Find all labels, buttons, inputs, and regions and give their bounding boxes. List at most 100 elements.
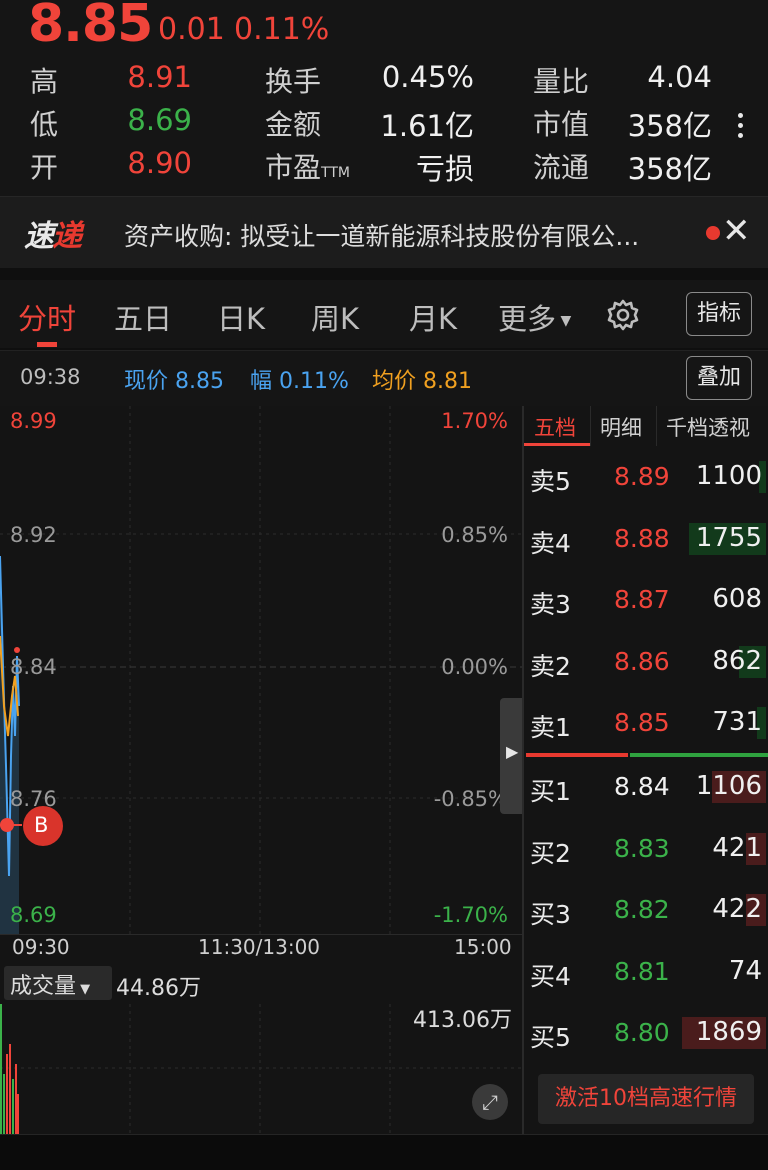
divider (590, 406, 591, 446)
x-tick: 09:30 (12, 935, 70, 959)
volume-ratio-value: 4.04 (647, 60, 712, 94)
high-label: 高 (30, 65, 59, 98)
pe-value: 亏损 (415, 152, 474, 186)
close-icon[interactable]: ✕ (722, 214, 751, 248)
tab-depth-view[interactable]: 千档透视 (666, 412, 750, 442)
level-label: 卖3 (530, 590, 571, 620)
y-left-tick: 8.69 (10, 903, 57, 927)
price-change: 0.01 (158, 12, 225, 47)
level-volume: 608 (712, 584, 762, 615)
tab-daily-k[interactable]: 日K (217, 296, 265, 338)
bid-row[interactable]: 买2 8.83 421 (524, 818, 768, 880)
amount-label: 金额 (265, 108, 322, 141)
open-label: 开 (30, 151, 59, 184)
time-axis: 09:30 11:30/13:00 15:00 (0, 934, 522, 964)
divider (656, 406, 657, 446)
amount-value: 1.61亿 (380, 109, 474, 143)
bid-row[interactable]: 买1 8.84 1106 (524, 756, 768, 818)
market-cap-label: 市值 (533, 108, 590, 141)
level-label: 卖5 (530, 467, 571, 496)
bottom-strip (0, 1134, 768, 1170)
level-volume: 731 (712, 707, 762, 738)
y-right-tick: 0.85% (441, 523, 508, 547)
tab-details[interactable]: 明细 (600, 412, 642, 442)
news-headline[interactable]: 资产收购: 拟受让一道新能源科技股份有限公... (124, 217, 639, 253)
activate-level10-button[interactable]: 激活10档高速行情 (538, 1074, 754, 1124)
tab-more[interactable]: 更多 ▼ (498, 296, 571, 338)
float-cap-label: 流通 (533, 151, 590, 184)
settings-gear-icon[interactable] (606, 298, 640, 332)
indicator-button[interactable]: 指标 (686, 292, 752, 336)
low-label: 低 (30, 108, 59, 141)
y-left-tick: 8.76 (10, 787, 57, 811)
chevron-right-icon: ▶ (506, 742, 519, 761)
quote-time: 09:38 (20, 365, 81, 389)
level-volume: 421 (712, 832, 762, 863)
ask-row[interactable]: 卖5 8.89 1100 (524, 446, 768, 508)
high-value: 8.91 (127, 60, 192, 94)
float-cap-value: 358亿 (627, 152, 712, 186)
level-label: 买1 (530, 777, 571, 806)
level-volume: 1869 (695, 1017, 762, 1048)
y-left-tick: 8.84 (10, 655, 57, 679)
avg-price-readout: 均价 8.81 (372, 369, 472, 394)
level-volume: 422 (712, 894, 762, 925)
ttm-suffix: TTM (321, 165, 350, 181)
level-volume: 1100 (695, 461, 762, 491)
order-book: 五档 明细 千档透视 卖5 8.89 1100 卖4 8.88 1755 卖3 8.87 608… (522, 406, 768, 1134)
ask-row[interactable]: 卖4 8.88 1755 (524, 508, 768, 570)
level-volume: 74 (728, 955, 762, 986)
level-volume: 862 (712, 645, 762, 676)
open-value: 8.90 (127, 146, 192, 180)
intraday-chart[interactable]: B 8.99 8.92 8.84 8.76 8.69 1.70% 0.85% 0… (0, 406, 522, 934)
fullscreen-icon[interactable]: ⤢ (472, 1084, 508, 1120)
level-label: 卖1 (530, 713, 571, 743)
tab-five-day[interactable]: 五日 (114, 296, 172, 338)
level-volume: 1106 (695, 771, 762, 801)
level-label: 卖2 (530, 651, 571, 681)
y-right-tick: -1.70% (433, 903, 508, 927)
expand-panel-handle[interactable]: ▶ (500, 698, 522, 814)
x-tick: 15:00 (454, 935, 512, 959)
low-value: 8.69 (127, 103, 192, 137)
tab-five-level[interactable]: 五档 (524, 406, 590, 446)
level-label: 卖4 (530, 528, 571, 558)
more-options-icon[interactable] (730, 110, 750, 140)
tab-weekly-k[interactable]: 周K (311, 296, 359, 338)
volume-ratio-label: 量比 (533, 65, 590, 98)
news-ticker[interactable]: 速递 资产收购: 拟受让一道新能源科技股份有限公... (0, 196, 768, 268)
y-right-tick: 0.00% (441, 655, 508, 679)
volume-bars (0, 1004, 522, 1134)
x-tick: 11:30/13:00 (198, 935, 321, 959)
ask-row[interactable]: 卖1 8.85 731 (524, 692, 768, 754)
buy-marker[interactable]: B (34, 813, 48, 837)
market-cap-value: 358亿 (627, 109, 712, 143)
overlay-button[interactable]: 叠加 (686, 356, 752, 400)
bid-row[interactable]: 买4 8.81 74 (524, 941, 768, 1003)
bid-row[interactable]: 买5 8.80 1869 (524, 1002, 768, 1064)
turnover-value: 0.45% (381, 60, 474, 94)
level-volume: 1755 (695, 522, 762, 553)
unread-dot-icon (706, 226, 720, 240)
y-right-tick: 1.70% (441, 409, 508, 433)
tab-intraday[interactable]: 分时 (18, 296, 76, 338)
bid-row[interactable]: 买3 8.82 422 (524, 879, 768, 941)
current-price: 8.85 (28, 0, 153, 54)
y-right-tick: -0.85% (433, 787, 508, 811)
y-left-tick: 8.99 (10, 409, 57, 433)
price-change-percent: 0.11% (234, 12, 330, 47)
current-price-readout: 现价 8.85 (124, 369, 224, 394)
ask-row[interactable]: 卖2 8.86 862 (524, 631, 768, 693)
quote-header: 8.85 0.01 0.11% 高 8.91 低 8.69 开 8.90 换手 … (0, 0, 768, 196)
pe-label: 市盈TTM (265, 151, 350, 184)
active-tab-indicator (37, 342, 57, 347)
turnover-label: 换手 (265, 65, 322, 98)
range-readout: 幅 0.11% (250, 369, 349, 394)
dropdown-arrow-icon: ▼ (556, 313, 572, 329)
y-left-tick: 8.92 (10, 523, 57, 547)
volume-chart[interactable]: 成交量 ▼ 44.86万 413.06万 ⤢ (0, 964, 522, 1134)
level-label: 买5 (530, 1023, 571, 1053)
level-label: 买3 (530, 900, 571, 930)
tab-monthly-k[interactable]: 月K (409, 296, 457, 338)
ask-row[interactable]: 卖3 8.87 608 (524, 569, 768, 631)
